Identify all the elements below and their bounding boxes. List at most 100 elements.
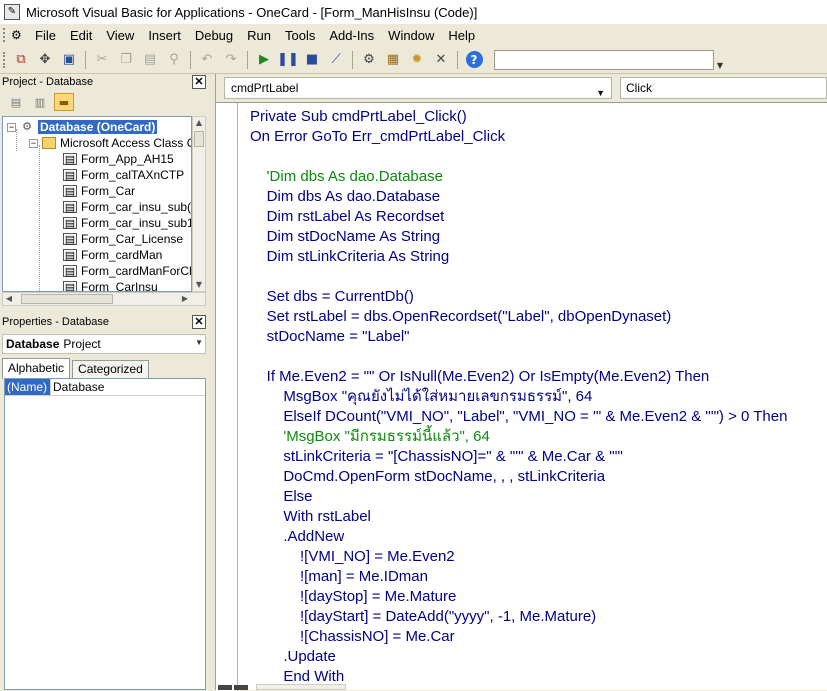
full-module-view-icon[interactable] (234, 685, 248, 690)
menu-edit[interactable]: Edit (64, 28, 100, 43)
toolbar-grip[interactable] (3, 51, 9, 68)
code-comment-line[interactable]: 'Dim dbs As dao.Database (250, 167, 787, 187)
code-horizontal-scrollbar[interactable] (256, 684, 346, 690)
code-line[interactable]: ![dayStop] = Me.Mature (250, 587, 787, 607)
cut-icon[interactable]: ✂ (91, 49, 113, 71)
insert-module-icon[interactable]: ✥ (34, 49, 56, 71)
code-lines[interactable]: Private Sub cmdPrtLabel_Click() On Error … (250, 107, 787, 687)
code-line[interactable]: .Update (250, 647, 787, 667)
code-line[interactable]: .AddNew (250, 527, 787, 547)
object-dropdown[interactable]: cmdPrtLabel ▼ (224, 77, 612, 99)
properties-object-select[interactable]: Database Project ▼ (2, 334, 206, 354)
menu-run[interactable]: Run (241, 28, 279, 43)
view-code-icon[interactable]: ▤ (6, 93, 26, 111)
object-browser-icon[interactable]: ✹ (406, 49, 428, 71)
tab-categorized[interactable]: Categorized (72, 360, 149, 378)
procedure-view-icon[interactable] (218, 685, 232, 690)
tree-item-access-objects[interactable]: − Microsoft Access Class O (29, 135, 191, 151)
scroll-right-icon[interactable]: ▶ (179, 293, 191, 305)
design-mode-icon[interactable]: ⟋ (325, 49, 347, 71)
reset-icon[interactable]: ■ (301, 49, 323, 71)
code-line[interactable]: Private Sub cmdPrtLabel_Click() (250, 107, 787, 127)
code-line[interactable]: Set rstLabel = dbs.OpenRecordset("Label"… (250, 307, 787, 327)
tree-item-form[interactable]: ▤ Form_Car_License (63, 231, 183, 247)
paste-icon[interactable]: ▤ (139, 49, 161, 71)
code-line[interactable]: ElseIf DCount("VMI_NO", "Label", "VMI_NO… (250, 407, 787, 427)
tree-item-form[interactable]: ▤ Form_calTAXnCTP (63, 167, 184, 183)
properties-pane-close-icon[interactable]: ✕ (192, 315, 206, 329)
collapse-icon[interactable]: − (29, 138, 38, 148)
code-line[interactable]: ![ChassisNO] = Me.Car (250, 627, 787, 647)
undo-icon[interactable]: ↶ (196, 49, 218, 71)
tree-item-form[interactable]: ▤ Form_car_insu_sub( (63, 199, 191, 215)
copy-icon[interactable]: ❐ (115, 49, 137, 71)
code-line[interactable]: ![dayStart] = DateAdd("yyyy", -1, Me.Mat… (250, 607, 787, 627)
code-comment-line[interactable]: 'MsgBox "มีกรมธรรม์นี้แล้ว", 64 (250, 427, 787, 447)
code-line[interactable] (250, 347, 787, 367)
menu-file[interactable]: File (33, 28, 64, 43)
code-line[interactable]: On Error GoTo Err_cmdPrtLabel_Click (250, 127, 787, 147)
menu-debug[interactable]: Debug (189, 28, 241, 43)
vba-app-icon[interactable]: ✎ (4, 4, 20, 20)
tree-item-form[interactable]: ▤ Form_Car (63, 183, 135, 199)
procedure-dropdown[interactable]: Click (620, 77, 827, 99)
vba-document-icon[interactable]: ⚙ (11, 27, 27, 43)
code-line[interactable]: With rstLabel (250, 507, 787, 527)
access-view-icon[interactable]: ⧉ (10, 49, 32, 71)
chevron-down-icon[interactable]: ▼ (596, 83, 605, 103)
code-line[interactable]: If Me.Even2 = "" Or IsNull(Me.Even2) Or … (250, 367, 787, 387)
tree-item-database[interactable]: − ⚙ Database (OneCard) (7, 119, 158, 135)
pane-splitter[interactable] (208, 74, 216, 690)
code-editor[interactable]: Private Sub cmdPrtLabel_Click() On Error … (216, 102, 827, 691)
code-line[interactable]: ![man] = Me.IDman (250, 567, 787, 587)
code-line[interactable]: Else (250, 487, 787, 507)
menu-tools[interactable]: Tools (279, 28, 323, 43)
code-line[interactable]: Set dbs = CurrentDb() (250, 287, 787, 307)
code-line[interactable]: MsgBox "คุณยังไม่ได้ใส่หมายเลขกรมธรรม์",… (250, 387, 787, 407)
code-line[interactable]: Dim stLinkCriteria As String (250, 247, 787, 267)
code-line[interactable]: ![VMI_NO] = Me.Even2 (250, 547, 787, 567)
toolbar-options-chevron-icon[interactable]: ▼ (714, 50, 726, 70)
redo-icon[interactable]: ↷ (220, 49, 242, 71)
menubar-grip[interactable] (3, 28, 9, 42)
find-icon[interactable]: ⚲ (163, 49, 185, 71)
toggle-folders-icon[interactable]: ▬ (54, 93, 74, 111)
code-line[interactable]: Dim stDocName As String (250, 227, 787, 247)
menu-insert[interactable]: Insert (142, 28, 189, 43)
collapse-icon[interactable]: − (7, 122, 16, 132)
project-pane-close-icon[interactable]: ✕ (192, 75, 206, 89)
menu-window[interactable]: Window (382, 28, 442, 43)
code-line[interactable]: stLinkCriteria = "[ChassisNO]=" & "'" & … (250, 447, 787, 467)
break-icon[interactable]: ❚❚ (277, 49, 299, 71)
code-line[interactable] (250, 147, 787, 167)
project-horizontal-scrollbar[interactable]: ◀ ▶ (2, 292, 206, 306)
property-value[interactable]: Database (51, 379, 104, 395)
tree-item-form[interactable]: ▤ Form_car_insu_sub1 (63, 215, 191, 231)
code-line[interactable]: stDocName = "Label" (250, 327, 787, 347)
menu-view[interactable]: View (100, 28, 142, 43)
margin-indicator-bar[interactable] (216, 103, 238, 691)
project-vertical-scrollbar[interactable]: ▲ ▼ (192, 116, 206, 292)
chevron-down-icon[interactable]: ▼ (195, 338, 203, 347)
scroll-down-icon[interactable]: ▼ (193, 279, 205, 291)
tree-item-form[interactable]: ▤ Form_cardManForCh (63, 263, 191, 279)
view-object-icon[interactable]: ▥ (30, 93, 50, 111)
scroll-thumb[interactable] (21, 294, 113, 304)
help-icon[interactable]: ? (463, 49, 485, 71)
save-icon[interactable]: ▣ (58, 49, 80, 71)
code-line[interactable] (250, 267, 787, 287)
menu-help[interactable]: Help (442, 28, 483, 43)
run-icon[interactable]: ▶ (253, 49, 275, 71)
code-line[interactable]: Dim dbs As dao.Database (250, 187, 787, 207)
menu-add-ins[interactable]: Add-Ins (323, 28, 382, 43)
tree-item-form[interactable]: ▤ Form_App_AH15 (63, 151, 174, 167)
scroll-up-icon[interactable]: ▲ (193, 117, 205, 129)
tree-item-form[interactable]: ▤ Form_cardMan (63, 247, 162, 263)
scroll-thumb[interactable] (194, 131, 204, 147)
toolbox-icon[interactable]: ✕ (430, 49, 452, 71)
project-explorer-icon[interactable]: ⚙ (358, 49, 380, 71)
scroll-left-icon[interactable]: ◀ (3, 293, 15, 305)
code-line[interactable]: Dim rstLabel As Recordset (250, 207, 787, 227)
code-line[interactable]: DoCmd.OpenForm stDocName, , , stLinkCrit… (250, 467, 787, 487)
property-row[interactable]: (Name) Database (5, 379, 205, 396)
